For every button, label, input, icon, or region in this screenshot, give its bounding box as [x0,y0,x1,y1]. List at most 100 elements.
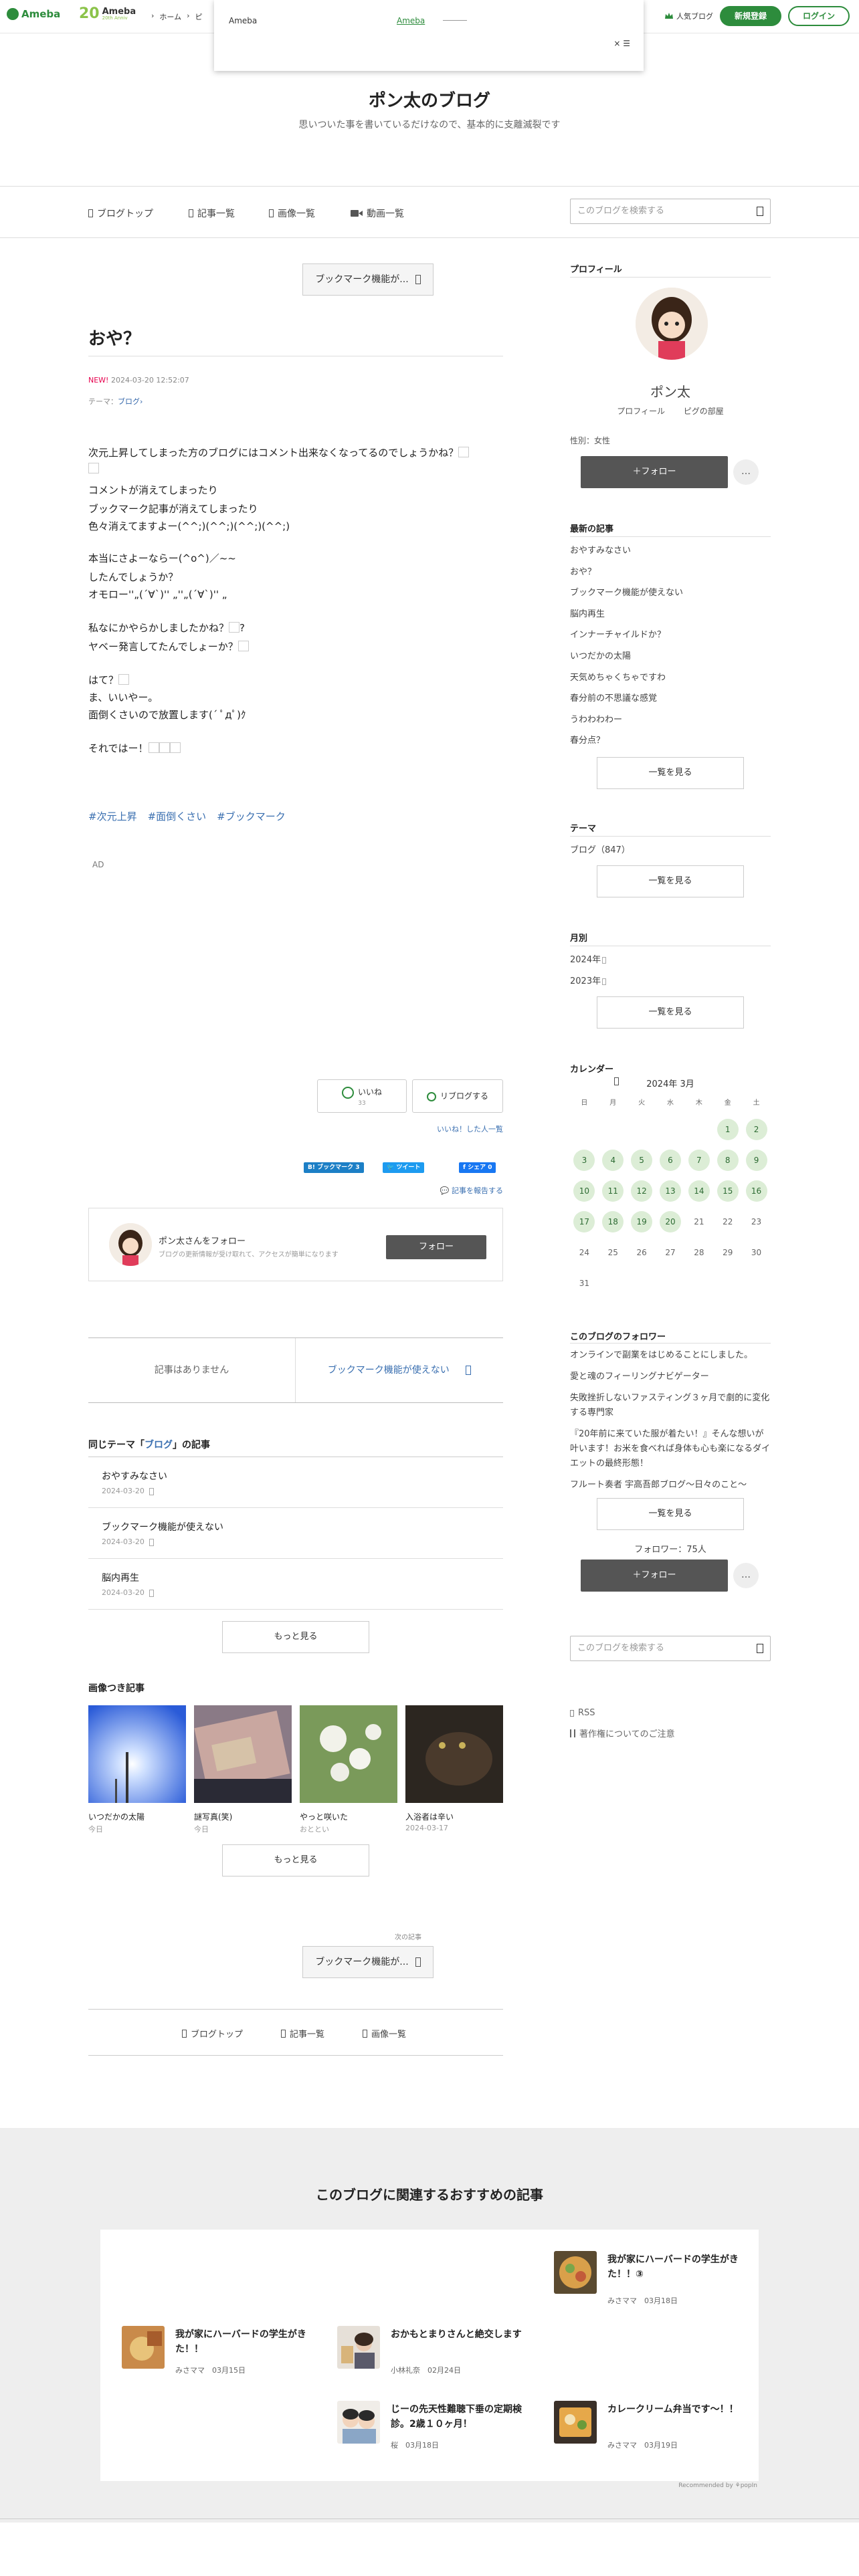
sidebar-search-input[interactable]: このブログを検索する [570,1636,771,1661]
calendar-day[interactable]: 9 [742,1145,771,1176]
calendar-day[interactable]: 5 [628,1145,656,1176]
recent-entry-link[interactable]: ブックマーク機能が使えない [570,582,683,604]
prev-month-icon[interactable] [614,1077,619,1085]
nav-entry-list[interactable]: 記事一覧 [189,207,235,220]
like-button[interactable]: いいね 33 [317,1079,407,1113]
anniversary-logo[interactable]: 20 Ameba 20th Anniv [79,5,136,22]
image-entry[interactable]: やっと咲いた おととい [300,1705,397,1834]
recommend-card[interactable]: おかもとまりさんと絶交します 小林礼奈 02月24日 [337,2326,545,2379]
prev-entry-button[interactable]: ブックマーク機能が... [302,263,434,296]
calendar-day[interactable]: 14 [684,1176,713,1206]
calendar-day[interactable]: 2 [742,1114,771,1145]
follower-blog-link[interactable]: オンラインで副業をはじめることにしました。 [570,1348,771,1363]
recent-entry-link[interactable]: おやすみなさい [570,540,683,562]
hashtag-link[interactable]: #面倒くさい [148,809,207,823]
copyright-link[interactable]: 著作権についてのご注意 [570,1727,675,1739]
tweet-button[interactable]: 🐦 ツイート [383,1162,425,1173]
login-button[interactable]: ログイン [788,6,850,26]
blog-title[interactable]: ポン太のブログ [0,87,859,112]
more-options-icon[interactable]: … [733,459,759,485]
popular-blog-link[interactable]: 人気ブログ [664,11,713,21]
report-link[interactable]: 💬 記事を報告する [440,1185,503,1196]
image-entry[interactable]: 入浴者は辛い 2024-03-17 [405,1705,503,1832]
hashtag-link[interactable]: #次元上昇 [88,809,137,823]
like-users-link[interactable]: いいね！した人一覧 [437,1123,503,1134]
entry-title[interactable]: おや？ [88,325,140,350]
ad-popup-link[interactable]: Ameba [397,16,425,25]
footer-nav-blog-top[interactable]: ブログトップ [182,2027,243,2040]
calendar-day[interactable]: 4 [599,1145,628,1176]
follower-blog-link[interactable]: 『20年前に来ていた服が着たい！』そんな想いが叶います！お米を食べれば身体も心も… [570,1427,771,1471]
blog-search-input[interactable]: このブログを検索する [570,199,771,224]
reblog-button[interactable]: リブログする [412,1079,503,1113]
recent-entry-link[interactable]: 天気めちゃくちゃですわ [570,667,683,689]
list-item[interactable]: 脳内再生 2024-03-20 [88,1559,503,1610]
follower-blog-link[interactable]: 失敗挫折しないファスティング３ヶ月で劇的に変化する専門家 [570,1391,771,1420]
sidebar-follow-button[interactable]: ＋フォロー [581,456,728,488]
calendar-day[interactable]: 1 [713,1114,742,1145]
author-avatar[interactable] [109,1223,152,1266]
calendar-day[interactable]: 13 [656,1176,685,1206]
see-all-entries-button[interactable]: 一覧を見る [597,757,744,789]
calendar-day[interactable]: 6 [656,1145,685,1176]
ameba-logo[interactable]: Ameba [7,8,60,20]
recommend-card[interactable]: 我が家にハーバードの学生がきた！！③ みさママ 03月18日 [554,2251,761,2305]
list-item[interactable]: おやすみなさい 2024-03-20 [88,1457,503,1508]
breadcrumb-pigg[interactable]: ピ [195,11,202,22]
image-entry[interactable]: 謎写真(笑) 今日 [194,1705,292,1834]
recent-entry-link[interactable]: インナーチャイルドか？ [570,625,683,646]
same-theme-link[interactable]: ブログ [145,1440,173,1451]
calendar-day[interactable]: 7 [684,1145,713,1176]
calendar-day[interactable]: 3 [570,1145,599,1176]
calendar-day[interactable]: 20 [656,1206,685,1237]
follow-button[interactable]: フォロー [386,1235,486,1259]
recent-entry-link[interactable]: おや？ [570,562,683,583]
see-all-themes-button[interactable]: 一覧を見る [597,865,744,897]
calendar-day[interactable]: 11 [599,1176,628,1206]
theme-link[interactable]: ブログ [118,397,140,406]
follower-blog-link[interactable]: フルート奏者 宇高吾郎ブログ〜日々のこと〜 [570,1478,771,1493]
more-button[interactable]: もっと見る [222,1621,369,1653]
image-entry[interactable]: いつだかの太陽 今日 [88,1705,186,1834]
footer-nav-entry-list[interactable]: 記事一覧 [281,2027,324,2040]
sidebar-follow-button-2[interactable]: ＋フォロー [581,1560,728,1592]
recent-entry-link[interactable]: いつだかの太陽 [570,646,683,667]
month-link[interactable]: 2024年 [570,952,607,965]
pigg-room-link[interactable]: ピグの部屋 [684,407,724,416]
search-icon[interactable] [757,207,763,216]
calendar-day[interactable]: 16 [742,1176,771,1206]
register-button[interactable]: 新規登録 [720,6,781,26]
calendar-day[interactable]: 10 [570,1176,599,1206]
more-images-button[interactable]: もっと見る [222,1844,369,1876]
theme-item-link[interactable]: ブログ（847） [570,843,630,855]
breadcrumb-home[interactable]: ホーム [159,11,181,22]
month-link[interactable]: 2023年 [570,974,607,986]
profile-link[interactable]: プロフィール [617,407,665,416]
recommend-card[interactable]: 我が家にハーバードの学生がきた！！ みさママ 03月15日 [122,2326,329,2379]
recent-entry-link[interactable]: 春分前の不思議な感覚 [570,688,683,710]
see-all-months-button[interactable]: 一覧を見る [597,996,744,1029]
follower-blog-link[interactable]: 愛と魂のフィーリングナビゲーター [570,1370,771,1384]
nav-image-list[interactable]: 画像一覧 [269,207,315,220]
list-item[interactable]: ブックマーク機能が使えない 2024-03-20 [88,1508,503,1559]
recent-entry-link[interactable]: うわわわわー [570,710,683,731]
see-all-followers-button[interactable]: 一覧を見る [597,1498,744,1530]
hatena-bookmark-button[interactable]: B! ブックマーク 3 [304,1162,364,1173]
recent-entry-link[interactable]: 春分点？ [570,730,683,752]
more-options-icon[interactable]: … [733,1563,759,1588]
recent-entry-link[interactable]: 脳内再生 [570,604,683,625]
profile-avatar[interactable] [636,288,708,360]
pager-next-link[interactable]: ブックマーク機能が使えない [296,1338,503,1402]
recommend-card[interactable]: じーの先天性難聴下垂の定期検診。2歳１０ヶ月！ 桜 03月18日 [337,2401,545,2454]
next-entry-button[interactable]: ブックマーク機能が... [302,1946,434,1978]
calendar-day[interactable]: 17 [570,1206,599,1237]
nav-video-list[interactable]: 動画一覧 [351,207,404,220]
calendar-day[interactable]: 19 [628,1206,656,1237]
calendar-day[interactable]: 15 [713,1176,742,1206]
calendar-day[interactable]: 12 [628,1176,656,1206]
recommend-card[interactable]: カレークリーム弁当です〜！！ みさママ 03月19日 [554,2401,761,2454]
ad-popup-close-icon[interactable]: × ☰ [613,39,630,48]
calendar-day[interactable]: 18 [599,1206,628,1237]
footer-nav-image-list[interactable]: 画像一覧 [363,2027,406,2040]
hashtag-link[interactable]: #ブックマーク [217,809,286,823]
